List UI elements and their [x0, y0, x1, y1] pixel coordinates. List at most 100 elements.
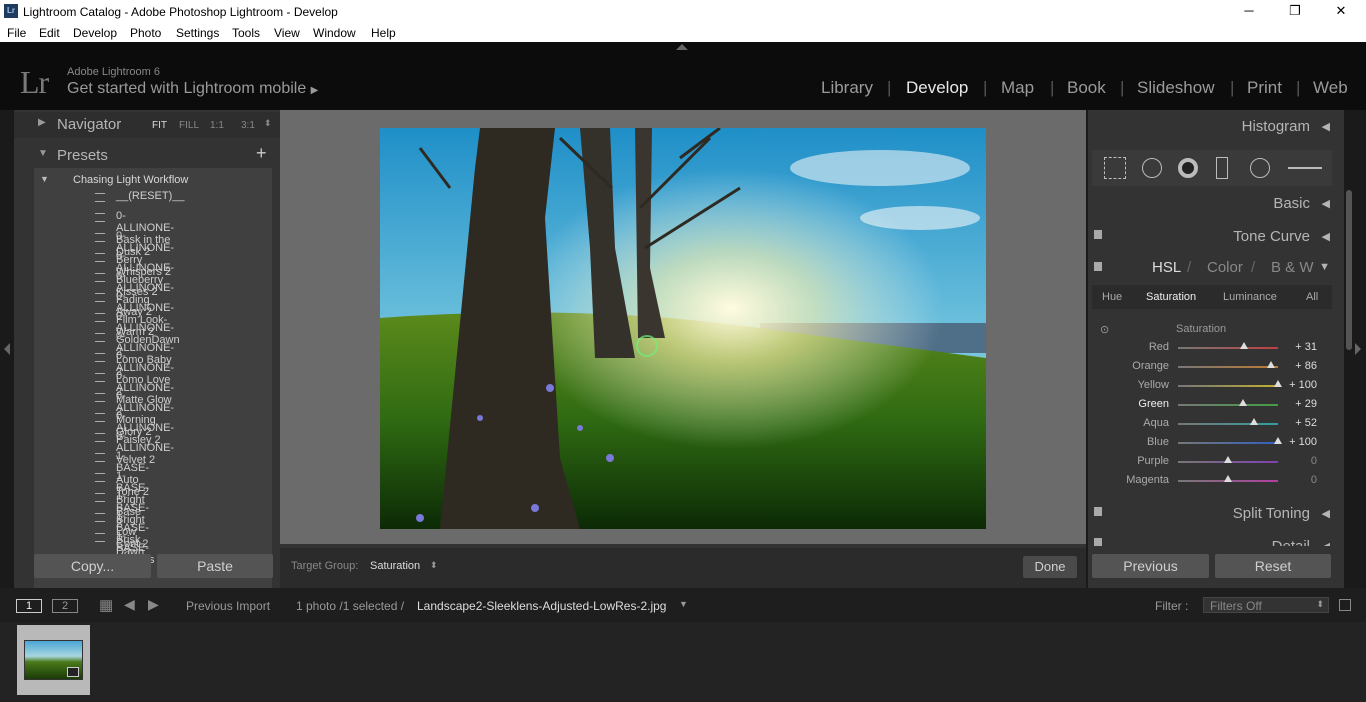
filter-lock-icon[interactable] [1339, 599, 1351, 611]
panel-toggle-icon[interactable] [1094, 230, 1102, 239]
slider-value[interactable]: + 86 [1295, 360, 1317, 372]
slider-value[interactable]: + 31 [1295, 341, 1317, 353]
close-button[interactable]: ✕ [1326, 2, 1356, 20]
target-group-stepper-icon[interactable]: ⬍ [430, 560, 438, 571]
slider-blue[interactable]: Blue + 100 [1088, 434, 1332, 453]
target-group-value[interactable]: Saturation [370, 560, 420, 572]
selected-filename[interactable]: Landscape2-Sleeklens-Adjusted-LowRes-2.j… [417, 599, 666, 613]
grid-view-icon[interactable]: ▦ [99, 596, 113, 614]
add-preset-icon[interactable]: + [256, 143, 267, 164]
slider-value[interactable]: + 52 [1295, 417, 1317, 429]
slider-green[interactable]: Green + 29 [1088, 396, 1332, 415]
zoom-fit[interactable]: FIT [152, 120, 167, 131]
spot-removal-icon[interactable] [1142, 158, 1162, 178]
collapse-top-icon[interactable] [676, 44, 688, 50]
thumbnail-cell[interactable] [17, 625, 90, 695]
done-button[interactable]: Done [1023, 556, 1077, 578]
slider-value[interactable]: 0 [1311, 474, 1317, 486]
previous-button[interactable]: Previous [1092, 554, 1209, 578]
hsl-header[interactable]: HSL / Color / B & W ▼ [1090, 254, 1332, 280]
color-tab[interactable]: Color [1207, 259, 1243, 276]
slider-value[interactable]: + 100 [1289, 436, 1317, 448]
split-toning-header[interactable]: Split Toning ◀ [1090, 501, 1332, 527]
slider-thumb[interactable] [1239, 342, 1248, 349]
photo-preview[interactable] [380, 128, 986, 529]
zoom-3-1[interactable]: 3:1 [241, 120, 255, 131]
preset-folder[interactable]: Chasing Light Workflow [73, 174, 188, 186]
slider-thumb[interactable] [1224, 475, 1232, 482]
slider-red[interactable]: Red + 31 [1088, 339, 1332, 358]
module-map[interactable]: Map [1001, 78, 1034, 98]
zoom-stepper-icon[interactable]: ⬍ [264, 118, 272, 129]
tab-hue[interactable]: Hue [1102, 291, 1122, 303]
module-library[interactable]: Library [821, 78, 873, 98]
graduated-filter-icon[interactable] [1216, 157, 1228, 179]
slider-track[interactable] [1178, 423, 1278, 425]
module-slideshow[interactable]: Slideshow [1137, 78, 1215, 98]
right-scrollbar[interactable] [1346, 190, 1352, 350]
menu-photo[interactable]: Photo [130, 26, 161, 40]
slider-track[interactable] [1178, 366, 1278, 368]
slider-yellow[interactable]: Yellow + 100 [1088, 377, 1332, 396]
source-label[interactable]: Previous Import [186, 599, 270, 613]
menu-help[interactable]: Help [371, 26, 396, 40]
zoom-1-1[interactable]: 1:1 [210, 120, 224, 131]
histogram-header[interactable]: Histogram ◀ [1090, 114, 1332, 140]
folder-expand-icon[interactable]: ▼ [40, 174, 49, 184]
slider-thumb[interactable] [1274, 380, 1282, 387]
menu-view[interactable]: View [274, 26, 300, 40]
copy-button[interactable]: Copy... [34, 554, 151, 578]
filter-select[interactable]: Filters Off ⬍ [1203, 597, 1329, 613]
slider-track[interactable] [1178, 385, 1278, 387]
slider-track[interactable] [1178, 347, 1278, 349]
module-print[interactable]: Print [1247, 78, 1282, 98]
zoom-fill[interactable]: FILL [179, 120, 199, 131]
target-adjust-icon[interactable]: ⊙ [1100, 323, 1109, 336]
tab-luminance[interactable]: Luminance [1223, 291, 1277, 303]
identity-mobile-link[interactable]: Get started with Lightroom mobile ▶ [67, 80, 318, 98]
menu-tools[interactable]: Tools [232, 26, 260, 40]
red-eye-icon[interactable] [1178, 158, 1198, 178]
slider-value[interactable]: + 100 [1289, 379, 1317, 391]
collapse-right-icon[interactable] [1355, 343, 1361, 355]
slider-track[interactable] [1178, 442, 1278, 444]
collapse-left-icon[interactable] [4, 343, 10, 355]
slider-thumb[interactable] [1274, 437, 1282, 444]
slider-value[interactable]: 0 [1311, 455, 1317, 467]
slider-thumb[interactable] [1250, 418, 1258, 425]
panel-toggle-icon[interactable] [1094, 538, 1102, 546]
monitor-1-button[interactable]: 1 [16, 599, 42, 613]
slider-orange[interactable]: Orange + 86 [1088, 358, 1332, 377]
paste-button[interactable]: Paste [157, 554, 273, 578]
slider-thumb[interactable] [1267, 361, 1275, 368]
slider-magenta[interactable]: Magenta 0 [1088, 472, 1332, 491]
tone-curve-header[interactable]: Tone Curve ◀ [1090, 224, 1332, 250]
preset-item[interactable]: __(RESET)__ [116, 190, 184, 202]
minimize-button[interactable]: ─ [1234, 2, 1264, 20]
module-develop[interactable]: Develop [906, 78, 968, 98]
menu-develop[interactable]: Develop [73, 26, 117, 40]
tab-saturation[interactable]: Saturation [1146, 291, 1196, 303]
module-book[interactable]: Book [1067, 78, 1106, 98]
panel-toggle-icon[interactable] [1094, 262, 1102, 271]
slider-track[interactable] [1178, 404, 1278, 406]
menu-window[interactable]: Window [313, 26, 356, 40]
slider-thumb[interactable] [1224, 456, 1232, 463]
slider-thumb[interactable] [1238, 399, 1247, 406]
collapse-hsl-icon[interactable]: ▼ [1319, 261, 1330, 273]
panel-toggle-icon[interactable] [1094, 507, 1102, 516]
adjustment-brush-icon[interactable] [1288, 167, 1322, 169]
slider-purple[interactable]: Purple 0 [1088, 453, 1332, 472]
detail-header[interactable]: Detail ◀ [1090, 534, 1332, 546]
filename-dropdown-icon[interactable]: ▼ [679, 599, 688, 609]
navigator-header[interactable]: ▶ Navigator FIT FILL 1:1 3:1 ⬍ [14, 112, 280, 138]
module-web[interactable]: Web [1313, 78, 1348, 98]
crop-tool-icon[interactable] [1104, 157, 1126, 179]
slider-aqua[interactable]: Aqua + 52 [1088, 415, 1332, 434]
radial-filter-icon[interactable] [1250, 158, 1270, 178]
menu-file[interactable]: File [7, 26, 26, 40]
menu-settings[interactable]: Settings [176, 26, 219, 40]
maximize-button[interactable]: ❐ [1280, 2, 1310, 20]
back-arrow-icon[interactable]: ◀ [124, 596, 135, 613]
reset-button[interactable]: Reset [1215, 554, 1331, 578]
